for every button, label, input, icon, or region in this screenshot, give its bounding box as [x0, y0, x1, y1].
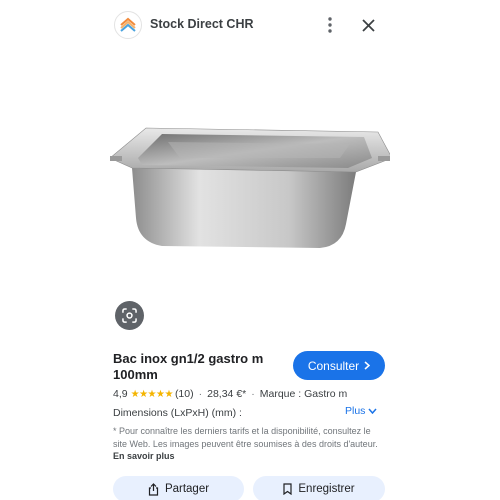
close-button[interactable] [358, 15, 378, 35]
product-title: Bac inox gn1/2 gastro m 100mm [113, 351, 264, 382]
close-icon [361, 18, 375, 32]
more-options-button[interactable] [322, 14, 338, 36]
chevrons-logo-icon [120, 17, 136, 32]
brand: Marque : Gastro m [259, 388, 348, 400]
save-button[interactable]: Enregistrer [253, 476, 385, 500]
more-details-button[interactable]: Plus [345, 405, 378, 417]
more-details-label: Plus [345, 405, 366, 417]
site-name[interactable]: Stock Direct CHR [150, 17, 254, 31]
header: Stock Direct CHR [110, 0, 390, 50]
share-button[interactable]: Partager [113, 476, 244, 500]
share-label: Partager [164, 483, 210, 495]
chevron-right-icon [364, 361, 371, 370]
product-panel: Stock Direct CHR Bac inox gn1/2 gastro m… [110, 0, 390, 500]
separator-dot: · [251, 388, 255, 400]
consult-button[interactable]: Consulter [293, 351, 385, 380]
consult-label: Consulter [307, 358, 360, 373]
product-image[interactable] [110, 118, 390, 258]
chevron-down-icon [368, 408, 378, 414]
separator-dot: · [198, 388, 203, 400]
google-lens-button[interactable] [115, 301, 144, 330]
rating-stars: ★★★★★ [130, 388, 174, 400]
review-count[interactable]: (10) [175, 388, 194, 400]
more-vert-icon [328, 17, 332, 33]
disclaimer: * Pour connaître les derniers tarifs et … [113, 425, 385, 463]
site-logo[interactable] [114, 11, 142, 39]
learn-more-link[interactable]: En savoir plus [113, 451, 175, 461]
product-meta: 4,9 ★★★★★ (10) · 28,34 €* · Marque : Gas… [113, 388, 347, 400]
dimensions-label: Dimensions (LxPxH) (mm) : [113, 407, 242, 419]
price: 28,34 €* [207, 388, 247, 400]
share-icon [148, 482, 159, 496]
rating-value: 4,9 [113, 388, 128, 400]
google-lens-icon [122, 308, 137, 323]
bookmark-icon [283, 483, 292, 495]
disclaimer-text: * Pour connaître les derniers tarifs et … [113, 426, 378, 449]
save-label: Enregistrer [298, 483, 355, 495]
